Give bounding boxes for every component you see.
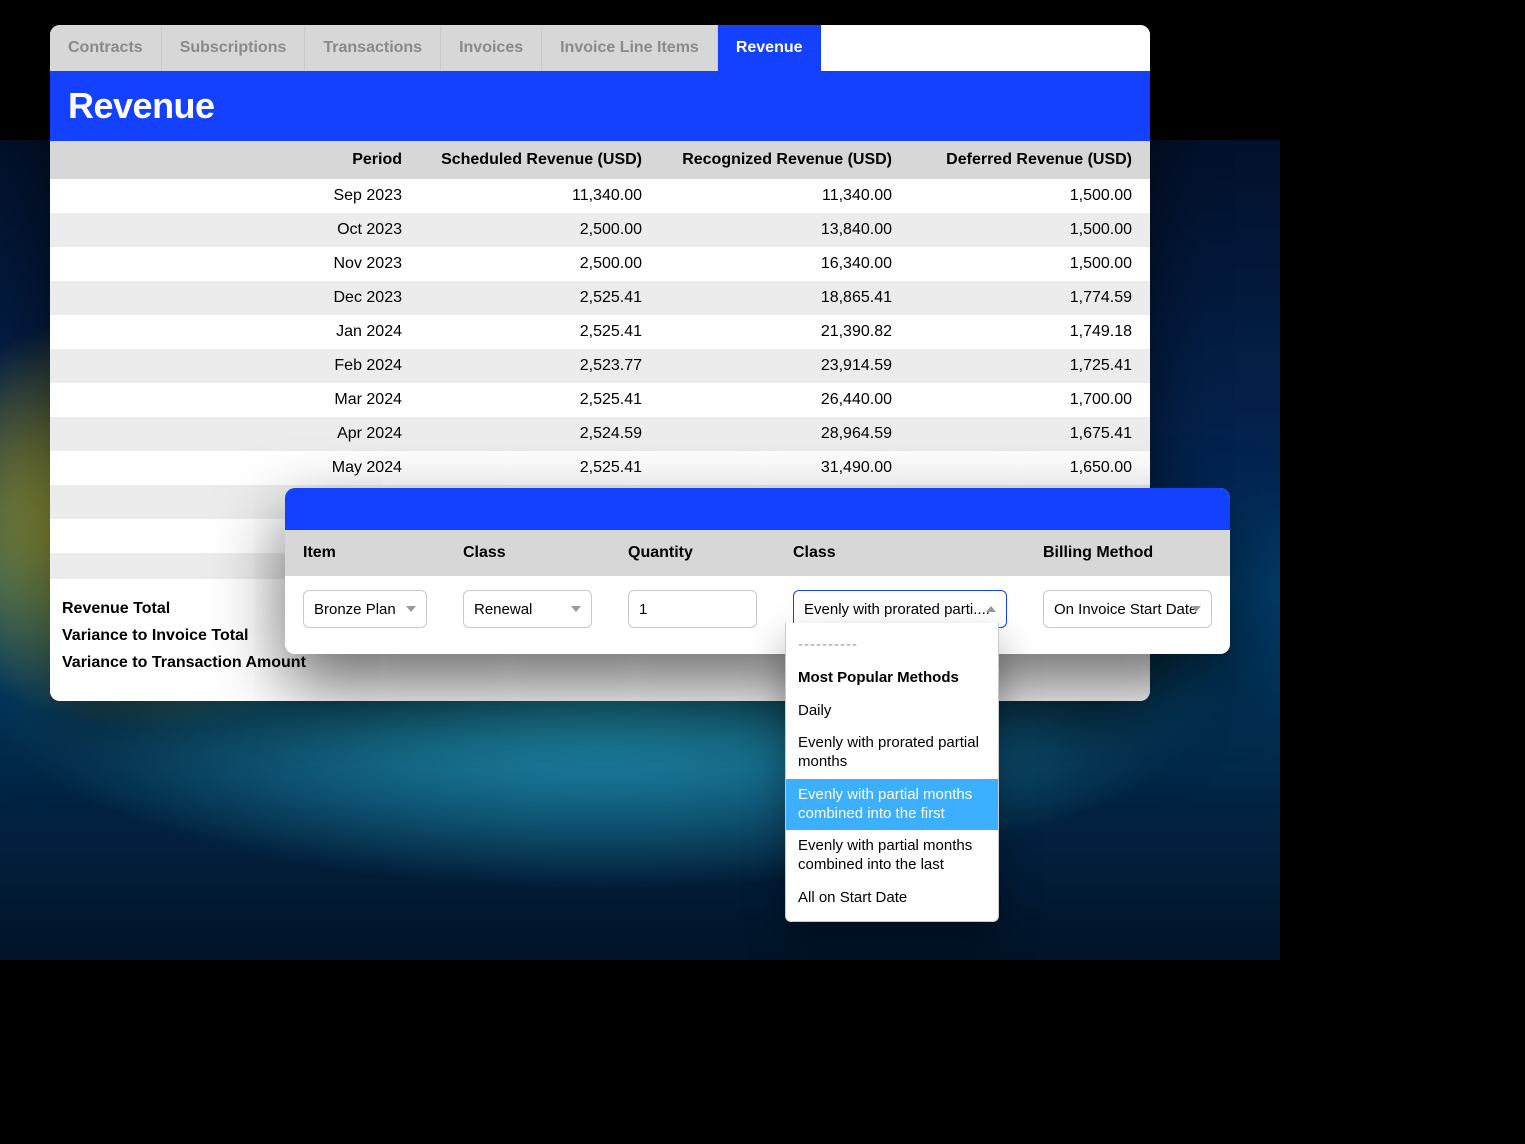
column-header: Period — [50, 141, 420, 179]
quantity-input[interactable]: 1 — [628, 590, 757, 628]
cell-period: Dec 2023 — [50, 281, 420, 315]
cell-recognized: 21,390.82 — [660, 315, 910, 349]
col-quantity-header: Quantity — [610, 530, 775, 576]
cell-period: Feb 2024 — [50, 349, 420, 383]
column-header: Scheduled Revenue (USD) — [420, 141, 660, 179]
cell-period: May 2024 — [50, 451, 420, 485]
item-select[interactable]: Bronze Plan — [303, 590, 427, 628]
dropdown-option[interactable]: All on Start Date — [786, 882, 998, 915]
cell-period: Sep 2023 — [50, 179, 420, 213]
tab-invoice-line-items[interactable]: Invoice Line Items — [542, 25, 718, 71]
cell-recognized: 26,440.00 — [660, 383, 910, 417]
cell-period: Mar 2024 — [50, 383, 420, 417]
class-select-2-dropdown: ----------Most Popular MethodsDailyEvenl… — [785, 623, 999, 922]
cell-deferred: 1,650.00 — [910, 451, 1150, 485]
table-row: May 20242,525.4131,490.001,650.00 — [50, 451, 1150, 485]
class-select-1[interactable]: Renewal — [463, 590, 592, 628]
item-editor-titlebar — [285, 488, 1230, 530]
cell-recognized: 16,340.00 — [660, 247, 910, 281]
cell-recognized: 11,340.00 — [660, 179, 910, 213]
cell-deferred: 1,500.00 — [910, 179, 1150, 213]
table-row: Apr 20242,524.5928,964.591,675.41 — [50, 417, 1150, 451]
column-header: Deferred Revenue (USD) — [910, 141, 1150, 179]
tab-transactions[interactable]: Transactions — [305, 25, 441, 71]
cell-scheduled: 2,523.77 — [420, 349, 660, 383]
col-billing-header: Billing Method — [1025, 530, 1230, 576]
tab-invoices[interactable]: Invoices — [441, 25, 542, 71]
cell-deferred: 1,675.41 — [910, 417, 1150, 451]
cell-scheduled: 2,500.00 — [420, 247, 660, 281]
col-class-header-2: Class — [775, 530, 1025, 576]
item-editor-window: Item Class Quantity Class Billing Method… — [285, 488, 1230, 654]
cell-recognized: 13,840.00 — [660, 213, 910, 247]
cell-deferred: 1,500.00 — [910, 247, 1150, 281]
cell-scheduled: 2,525.41 — [420, 315, 660, 349]
item-editor-header: Item Class Quantity Class Billing Method — [285, 530, 1230, 576]
table-row: Feb 20242,523.7723,914.591,725.41 — [50, 349, 1150, 383]
cell-deferred: 1,700.00 — [910, 383, 1150, 417]
title-bar: Revenue — [50, 71, 1150, 141]
table-row: Jan 20242,525.4121,390.821,749.18 — [50, 315, 1150, 349]
cell-scheduled: 11,340.00 — [420, 179, 660, 213]
cell-period: Apr 2024 — [50, 417, 420, 451]
table-row: Nov 20232,500.0016,340.001,500.00 — [50, 247, 1150, 281]
cell-deferred: 1,749.18 — [910, 315, 1150, 349]
cell-scheduled: 2,525.41 — [420, 383, 660, 417]
cell-deferred: 1,500.00 — [910, 213, 1150, 247]
dropdown-option[interactable]: Daily — [786, 695, 998, 728]
table-row: Mar 20242,525.4126,440.001,700.00 — [50, 383, 1150, 417]
table-row: Sep 202311,340.0011,340.001,500.00 — [50, 179, 1150, 213]
col-item-header: Item — [285, 530, 445, 576]
cell-recognized: 18,865.41 — [660, 281, 910, 315]
table-row: Oct 20232,500.0013,840.001,500.00 — [50, 213, 1150, 247]
cell-scheduled: 2,525.41 — [420, 281, 660, 315]
dropdown-option[interactable]: Evenly with prorated partial months — [786, 727, 998, 779]
tab-subscriptions[interactable]: Subscriptions — [162, 25, 306, 71]
cell-deferred: 1,725.41 — [910, 349, 1150, 383]
cell-scheduled: 2,524.59 — [420, 417, 660, 451]
cell-scheduled: 2,525.41 — [420, 451, 660, 485]
column-header: Recognized Revenue (USD) — [660, 141, 910, 179]
dropdown-option[interactable]: Evenly with partial months combined into… — [786, 830, 998, 882]
cell-period: Jan 2024 — [50, 315, 420, 349]
cell-period: Oct 2023 — [50, 213, 420, 247]
cell-recognized: 31,490.00 — [660, 451, 910, 485]
dropdown-section-header: Most Popular Methods — [786, 662, 998, 695]
dropdown-separator: ---------- — [786, 629, 998, 662]
item-editor-row: Bronze Plan Renewal 1 Evenly with prorat… — [285, 576, 1230, 654]
table-row: Dec 20232,525.4118,865.411,774.59 — [50, 281, 1150, 315]
cell-recognized: 23,914.59 — [660, 349, 910, 383]
cell-scheduled: 2,500.00 — [420, 213, 660, 247]
cell-period: Nov 2023 — [50, 247, 420, 281]
billing-method-select[interactable]: On Invoice Start Date — [1043, 590, 1212, 628]
dropdown-option[interactable]: Evenly with partial months combined into… — [786, 779, 998, 831]
cell-recognized: 28,964.59 — [660, 417, 910, 451]
page-title: Revenue — [68, 85, 1132, 127]
tab-bar: ContractsSubscriptionsTransactionsInvoic… — [50, 25, 1150, 71]
tab-revenue[interactable]: Revenue — [718, 25, 821, 71]
tab-contracts[interactable]: Contracts — [50, 25, 162, 71]
cell-deferred: 1,774.59 — [910, 281, 1150, 315]
col-class-header-1: Class — [445, 530, 610, 576]
